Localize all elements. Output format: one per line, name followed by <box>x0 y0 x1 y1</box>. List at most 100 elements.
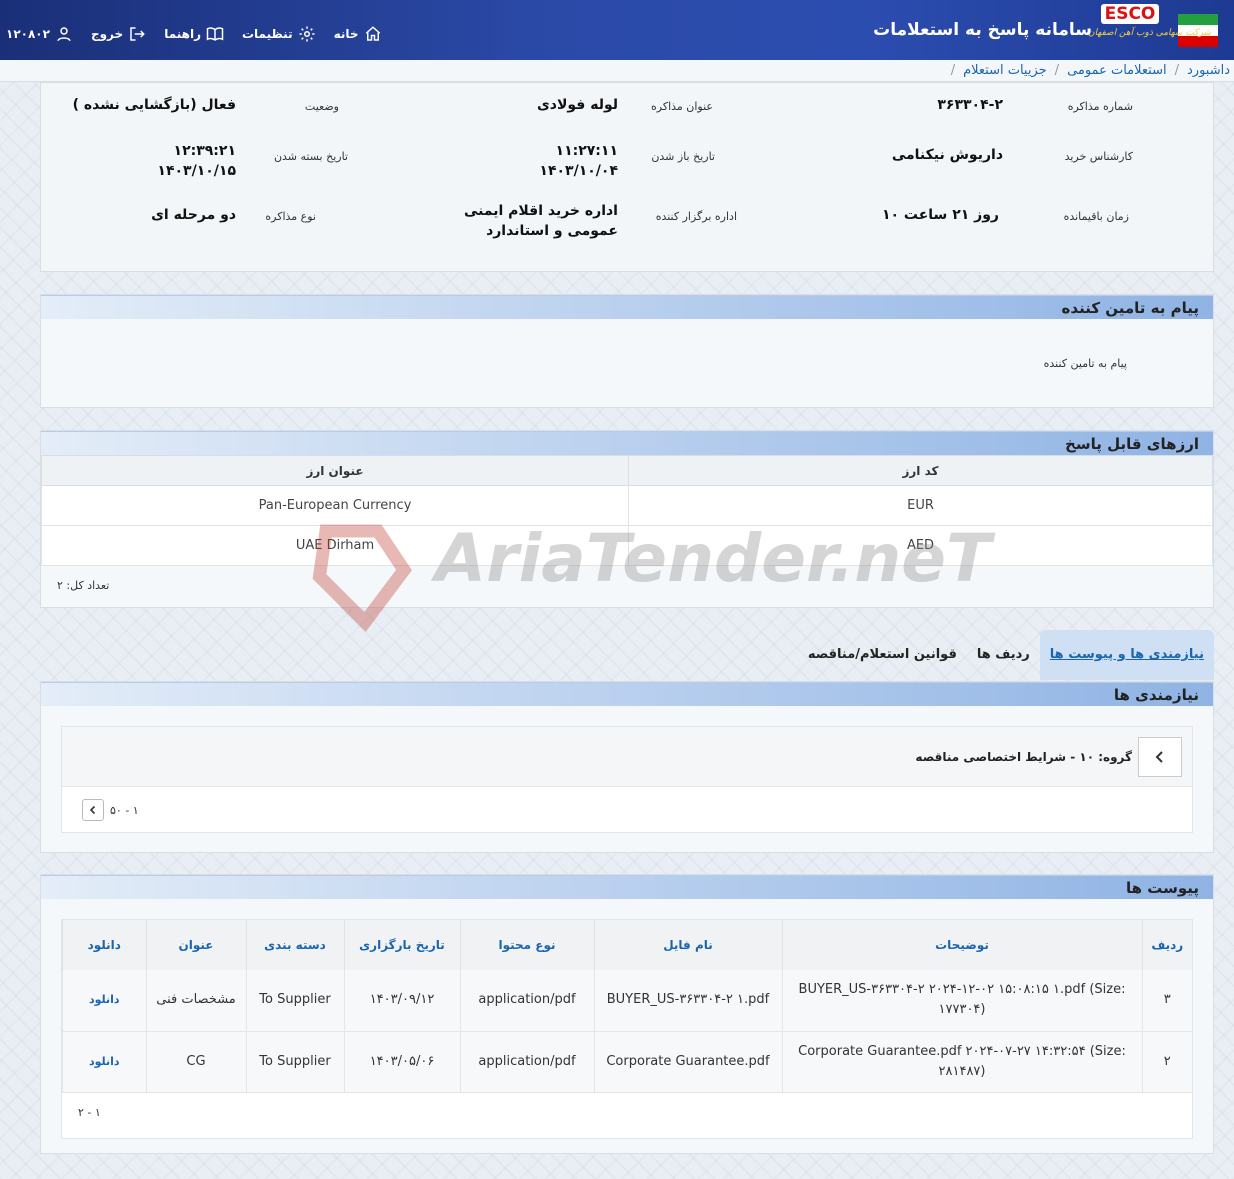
column-header-name[interactable]: عنوان ارز <box>41 455 629 486</box>
card-header-bar <box>41 682 1213 706</box>
top-header: ESCO شرکت سهامی ذوب آهن اصفهان سامانه پا… <box>0 0 1234 60</box>
currency-name: Pan-European Currency <box>41 485 629 526</box>
chevron-left-icon <box>89 805 96 815</box>
pager-next-button[interactable] <box>82 799 104 821</box>
breadcrumb-inquiry-details[interactable]: جزییات استعلام <box>963 63 1047 78</box>
currency-code: AED <box>628 525 1213 566</box>
group-title: گروه: ۱۰ - شرایط اختصاصی مناقصه <box>915 749 1132 764</box>
column-header-description[interactable]: توضیحات <box>781 920 1142 970</box>
value-remaining: ۱۰ روز ۲۱ ساعت <box>881 207 999 223</box>
expand-button[interactable] <box>1138 736 1182 777</box>
chevron-left-icon <box>1155 750 1163 763</box>
esco-logo-text: ESCO <box>1100 4 1160 24</box>
value-number: ۳۶۳۳۰۴-۲ <box>937 97 1003 113</box>
tabs-bar: نیازمندی ها و پیوست ها ردیف ها قوانین اس… <box>40 630 1214 680</box>
settings-button[interactable]: تنظیمات <box>242 25 316 43</box>
user-icon <box>57 27 71 42</box>
download-link[interactable]: دانلود <box>62 970 146 1032</box>
breadcrumb-separator: / <box>1174 63 1179 78</box>
cell-category: To Supplier <box>245 1031 344 1093</box>
pager-range: ۱ - ۵۰ <box>110 803 139 817</box>
gear-icon <box>299 26 315 42</box>
breadcrumb-separator: / <box>1054 63 1060 78</box>
home-button[interactable]: خانه <box>334 25 382 43</box>
table-row: ۳ BUYER_US-۳۶۳۳۰۴-۲ ۲۰۲۴-۱۲-۰۲ ۱۵:۰۸:۱۵ … <box>62 970 1192 1032</box>
supplier-message-card: پیام به تامین کننده پیام به تامین کننده <box>40 294 1214 408</box>
label-status: وضعیت <box>304 100 339 113</box>
table-header-row: کد ارز عنوان ارز <box>41 455 1213 486</box>
label-type: نوع مذاکره <box>265 210 316 223</box>
currencies-title: ارزهای قابل پاسخ <box>1065 435 1199 453</box>
logout-label: خروج <box>90 27 124 41</box>
card-header-bar <box>41 431 1213 455</box>
cell-mimetype: application/pdf <box>459 970 594 1032</box>
column-header-mimetype[interactable]: نوع محتوا <box>459 920 594 970</box>
label-open-date: تاریخ باز شدن <box>651 150 715 163</box>
column-header-category[interactable]: دسته بندی <box>245 920 344 970</box>
breadcrumb-public-inquiries[interactable]: استعلامات عمومی <box>1067 63 1167 78</box>
table-row: EUR Pan-European Currency <box>41 485 1213 526</box>
cell-row: ۲ <box>1141 1031 1192 1093</box>
column-header-download[interactable]: دانلود <box>62 920 146 970</box>
user-menu[interactable]: ۱۲۰۸۰۲ <box>6 25 73 43</box>
logout-icon <box>130 27 145 41</box>
tab-rules[interactable]: قوانین استعلام/مناقصه <box>798 630 967 680</box>
currency-name: UAE Dirham <box>41 525 629 566</box>
cell-upload-date: ۱۴۰۳/۰۵/۰۶ <box>343 1031 460 1093</box>
requirements-group: گروه: ۱۰ - شرایط اختصاصی مناقصه ۱ - ۵۰ <box>61 726 1193 833</box>
label-number: شماره مذاکره <box>1067 100 1133 113</box>
value-subject: لوله فولادی <box>536 97 618 113</box>
requirements-title: نیازمندی ها <box>1113 686 1199 704</box>
label-remaining: زمان باقیمانده <box>1063 210 1129 223</box>
cell-filename: Corporate Guarantee.pdf <box>593 1031 782 1093</box>
column-header-filename[interactable]: نام فایل <box>593 920 782 970</box>
requirements-pager: ۱ - ۵۰ <box>82 799 139 821</box>
guide-button[interactable]: راهنما <box>164 25 224 43</box>
cell-filename: BUYER_US-۳۶۳۳۰۴-۲ ۱.pdf <box>593 970 782 1032</box>
settings-label: تنظیمات <box>241 27 293 41</box>
column-header-upload-date[interactable]: تاریخ بارگزاری <box>343 920 460 970</box>
table-row: ۲ Corporate Guarantee.pdf ۲۰۲۴-۰۷-۲۷ ۱۴:… <box>62 1031 1192 1093</box>
value-status: فعال (بازگشایی نشده ) <box>72 97 236 113</box>
column-header-name[interactable]: عنوان <box>145 920 246 970</box>
label-buyer: کارشناس خرید <box>1064 150 1133 163</box>
tab-requirements-attachments[interactable]: نیازمندی ها و پیوست ها <box>1039 630 1214 680</box>
group-row[interactable]: گروه: ۱۰ - شرایط اختصاصی مناقصه <box>62 727 1192 787</box>
home-icon <box>365 26 380 41</box>
value-organizer-line1: اداره خرید اقلام ایمنی <box>463 203 618 219</box>
value-buyer: داریوش نیکنامی <box>891 147 1003 163</box>
user-id: ۱۲۰۸۰۲ <box>6 27 50 41</box>
currency-code: EUR <box>628 485 1213 526</box>
breadcrumb: داشبورد / استعلامات عمومی / جزییات استعل… <box>0 60 1234 82</box>
download-link[interactable]: دانلود <box>62 1031 146 1093</box>
value-type: دو مرحله ای <box>151 207 236 223</box>
cell-description: Corporate Guarantee.pdf ۲۰۲۴-۰۷-۲۷ ۱۴:۳۲… <box>781 1031 1142 1093</box>
column-header-row[interactable]: ردیف <box>1141 920 1192 970</box>
header-nav: ۱۲۰۸۰۲ خروج راهنما تنظیمات خانه <box>0 22 382 46</box>
logout-button[interactable]: خروج <box>91 25 146 43</box>
cell-description: BUYER_US-۳۶۳۳۰۴-۲ ۲۰۲۴-۱۲-۰۲ ۱۵:۰۸:۱۵ ۱.… <box>781 970 1142 1032</box>
home-label: خانه <box>333 27 359 41</box>
cell-category: To Supplier <box>245 970 344 1032</box>
inquiry-details-panel: شماره مذاکره ۳۶۳۳۰۴-۲ عنوان مذاکره لوله … <box>40 82 1214 272</box>
attachments-pager: ۱ - ۲ <box>78 1106 101 1119</box>
currencies-table: کد ارز عنوان ارز EUR Pan-European Curren… <box>41 455 1213 566</box>
card-header-bar <box>41 295 1213 319</box>
tab-rows[interactable]: ردیف ها <box>967 630 1040 680</box>
esco-logo-subtitle: شرکت سهامی ذوب آهن اصفهان <box>1088 28 1211 38</box>
table-header-row: ردیف توضیحات نام فایل نوع محتوا تاریخ با… <box>62 920 1192 970</box>
value-open-time: ۱۱:۲۷:۱۱ <box>555 143 618 159</box>
cell-row: ۳ <box>1141 970 1192 1032</box>
book-icon <box>206 27 224 41</box>
attachments-table-wrap: ردیف توضیحات نام فایل نوع محتوا تاریخ با… <box>61 919 1193 1139</box>
currencies-total: تعداد کل: ۲ <box>57 579 110 592</box>
supplier-message-title: پیام به تامین کننده <box>1061 299 1199 317</box>
cell-name: CG <box>145 1031 246 1093</box>
value-close-date: ۱۴۰۳/۱۰/۱۵ <box>157 163 236 179</box>
attachments-title: پیوست ها <box>1125 879 1199 897</box>
breadcrumb-dashboard[interactable]: داشبورد <box>1187 63 1230 78</box>
guide-label: راهنما <box>164 27 201 41</box>
column-header-code[interactable]: کد ارز <box>628 455 1213 486</box>
esco-logo: ESCO شرکت سهامی ذوب آهن اصفهان <box>1088 4 1211 38</box>
supplier-message-text: پیام به تامین کننده <box>1043 357 1127 370</box>
